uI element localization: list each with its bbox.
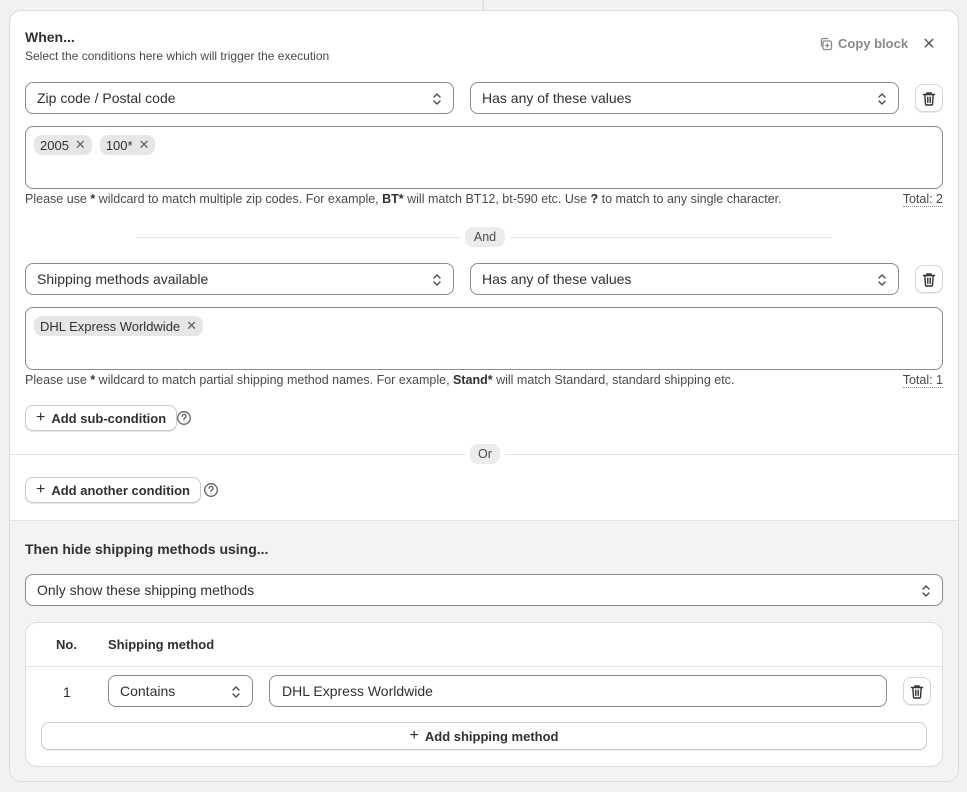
condition-operator-value: Has any of these values — [482, 271, 632, 287]
add-shipping-method-label: Add shipping method — [424, 728, 559, 744]
zip-help-text: Please use * wildcard to match multiple … — [25, 192, 782, 206]
remove-tag-icon[interactable]: ✕ — [139, 137, 150, 153]
trash-icon — [922, 91, 936, 106]
and-divider-right — [510, 237, 832, 238]
action-section: Then hide shipping methods using... Only… — [10, 520, 958, 781]
condition-operator-select[interactable]: Has any of these values — [470, 263, 899, 295]
remove-tag-icon[interactable]: ✕ — [75, 137, 86, 153]
value-tag: DHL Express Worldwide ✕ — [34, 316, 204, 336]
shipping-method-value: DHL Express Worldwide — [282, 683, 433, 699]
shipping-total-count: Total: 1 — [902, 373, 943, 388]
trash-icon — [910, 684, 924, 699]
value-tag-label: DHL Express Worldwide — [40, 318, 181, 334]
condition-field-select[interactable]: Shipping methods available — [25, 263, 454, 295]
value-tag-label: 100* — [105, 137, 133, 153]
zip-values-input[interactable]: 2005 ✕ 100* ✕ — [25, 126, 943, 189]
add-another-condition-label: Add another condition — [51, 482, 190, 498]
select-chevron-icon — [232, 686, 240, 698]
condition-block-card: When... Select the conditions here which… — [9, 10, 959, 782]
select-chevron-icon — [878, 93, 886, 105]
shipping-help-text: Please use * wildcard to match partial s… — [25, 373, 735, 387]
select-chevron-icon — [878, 274, 886, 286]
table-header-divider — [26, 666, 942, 667]
plus-icon: + — [409, 726, 419, 744]
or-divider-left — [10, 454, 465, 455]
column-header-shipping-method: Shipping method — [108, 637, 215, 652]
value-tag-label: 2005 — [40, 137, 69, 153]
or-divider-right — [505, 454, 958, 455]
close-icon[interactable]: ✕ — [921, 34, 937, 54]
plus-icon: + — [36, 408, 46, 426]
select-chevron-icon — [922, 585, 930, 597]
add-shipping-method-button[interactable]: + Add shipping method — [41, 722, 927, 750]
block-subtitle: Select the conditions here which will tr… — [25, 49, 330, 63]
select-chevron-icon — [433, 93, 441, 105]
add-sub-condition-button[interactable]: + Add sub-condition — [25, 405, 178, 431]
condition-operator-select[interactable]: Has any of these values — [470, 82, 899, 114]
row-number: 1 — [63, 684, 71, 700]
condition-field-value: Shipping methods available — [37, 271, 209, 287]
shipping-values-input[interactable]: DHL Express Worldwide ✕ — [25, 307, 943, 370]
and-divider-left — [136, 237, 460, 238]
and-label: And — [465, 227, 505, 247]
copy-icon — [820, 37, 833, 50]
condition-field-value: Zip code / Postal code — [37, 90, 176, 106]
trash-icon — [922, 272, 936, 287]
select-chevron-icon — [433, 274, 441, 286]
value-tag: 100* ✕ — [99, 135, 156, 155]
match-type-select[interactable]: Contains — [108, 675, 253, 707]
delete-row-button[interactable] — [903, 677, 931, 705]
add-sub-condition-label: Add sub-condition — [51, 410, 167, 426]
action-mode-select[interactable]: Only show these shipping methods — [25, 574, 943, 606]
match-type-value: Contains — [120, 683, 176, 699]
condition-field-select[interactable]: Zip code / Postal code — [25, 82, 454, 114]
add-another-condition-button[interactable]: + Add another condition — [25, 477, 201, 503]
shipping-methods-table: No. Shipping method 1 Contains DHL Expre… — [25, 622, 943, 767]
copy-block-label: Copy block — [838, 36, 909, 51]
question-circle-icon[interactable] — [176, 410, 192, 426]
action-mode-value: Only show these shipping methods — [37, 582, 255, 598]
question-circle-icon[interactable] — [203, 482, 219, 498]
delete-condition-button[interactable] — [915, 265, 943, 293]
copy-block-button[interactable]: Copy block — [819, 36, 908, 51]
or-label: Or — [470, 444, 500, 464]
remove-tag-icon[interactable]: ✕ — [186, 318, 197, 334]
background-divider — [482, 0, 484, 10]
column-header-no: No. — [56, 637, 77, 652]
block-title: When... — [25, 29, 75, 45]
value-tag: 2005 ✕ — [34, 135, 92, 155]
condition-operator-value: Has any of these values — [482, 90, 632, 106]
action-title: Then hide shipping methods using... — [25, 541, 269, 557]
delete-condition-button[interactable] — [915, 84, 943, 112]
shipping-method-input[interactable]: DHL Express Worldwide — [269, 675, 887, 707]
plus-icon: + — [36, 480, 46, 498]
zip-total-count: Total: 2 — [902, 192, 943, 207]
